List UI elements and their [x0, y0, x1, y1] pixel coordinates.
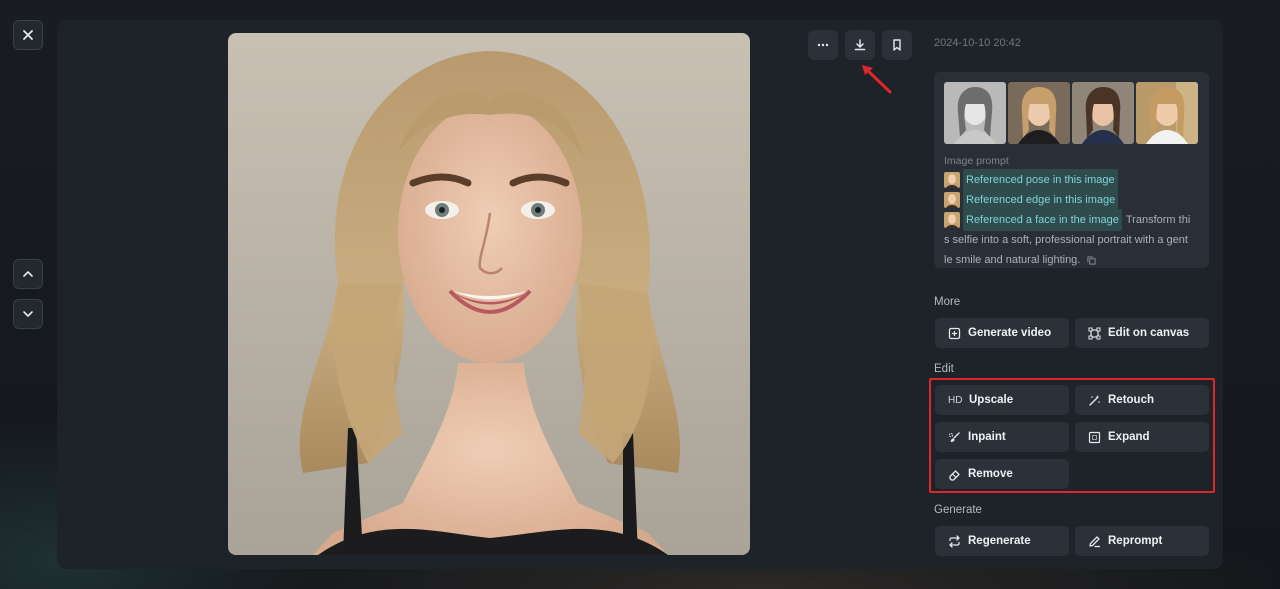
- inpaint-label: Inpaint: [968, 431, 1006, 443]
- edit-on-canvas-button[interactable]: Edit on canvas: [1075, 318, 1209, 348]
- copy-icon[interactable]: [1087, 256, 1096, 265]
- prompt-card: Image prompt Referenced pose in this ima…: [934, 72, 1209, 268]
- details-sidebar: 2024-10-10 20:42 Image prompt Referenced…: [929, 20, 1215, 569]
- annotation-arrow: [862, 65, 892, 94]
- remove-label: Remove: [968, 468, 1013, 480]
- regenerate-label: Regenerate: [968, 535, 1031, 547]
- hd-icon: HD: [948, 394, 963, 406]
- reference-thumbnail-face[interactable]: [1072, 82, 1134, 144]
- generate-video-button[interactable]: Generate video: [935, 318, 1069, 348]
- section-title-more: More: [934, 296, 961, 308]
- bookmark-icon: [893, 39, 901, 51]
- more-horizontal-icon: [817, 43, 829, 47]
- retouch-button[interactable]: Retouch: [1075, 385, 1209, 415]
- magic-wand-icon: [1088, 394, 1101, 407]
- canvas-icon: [1088, 327, 1101, 340]
- reference-thumbnail-edge[interactable]: [1008, 82, 1070, 144]
- video-plus-icon: [948, 327, 961, 340]
- reprompt-button[interactable]: Reprompt: [1075, 526, 1209, 556]
- chevron-up-icon: [23, 271, 33, 277]
- download-icon: [854, 39, 866, 51]
- reference-thumbnails: [944, 82, 1198, 144]
- prompt-text-start: Transform thi: [1125, 214, 1191, 226]
- reference-row-pose: Referenced pose in this image: [944, 169, 1202, 191]
- reference-chip-thumbnail: [944, 172, 960, 188]
- download-button[interactable]: [845, 30, 875, 60]
- reference-chip-edge[interactable]: Referenced edge in this image: [963, 189, 1119, 211]
- expand-button[interactable]: Expand: [1075, 422, 1209, 452]
- timestamp: 2024-10-10 20:42: [934, 37, 1021, 49]
- reference-chip-pose[interactable]: Referenced pose in this image: [963, 169, 1118, 191]
- previous-image-button[interactable]: [13, 259, 43, 289]
- reference-thumbnail-selfie[interactable]: [1136, 82, 1198, 144]
- upscale-button[interactable]: HD Upscale: [935, 385, 1069, 415]
- prompt-text-line-last: le smile and natural lighting.: [944, 250, 1202, 268]
- regenerate-button[interactable]: Regenerate: [935, 526, 1069, 556]
- chevron-down-icon: [23, 311, 33, 317]
- repeat-icon: [948, 534, 961, 548]
- inpaint-button[interactable]: Inpaint: [935, 422, 1069, 452]
- retouch-label: Retouch: [1108, 394, 1154, 406]
- pencil-icon: [1088, 535, 1101, 548]
- eraser-icon: [948, 468, 961, 481]
- section-title-edit: Edit: [934, 363, 954, 375]
- image-prompt-text: Referenced pose in this image Referenced…: [944, 169, 1202, 268]
- reference-thumbnail-pose[interactable]: [944, 82, 1006, 144]
- more-options-button[interactable]: [808, 30, 838, 60]
- edit-on-canvas-label: Edit on canvas: [1108, 327, 1190, 339]
- image-viewer-panel: 2024-10-10 20:42 Image prompt Referenced…: [57, 20, 1223, 569]
- reference-chip-face[interactable]: Referenced a face in the image: [963, 209, 1122, 231]
- prompt-text-end: le smile and natural lighting.: [944, 254, 1081, 266]
- close-button[interactable]: [13, 20, 43, 50]
- image-prompt-label: Image prompt: [944, 155, 1009, 167]
- generate-video-label: Generate video: [968, 327, 1052, 339]
- reference-chip-thumbnail: [944, 212, 960, 228]
- reference-chip-thumbnail: [944, 192, 960, 208]
- expand-label: Expand: [1108, 431, 1150, 443]
- generated-portrait-image: [228, 33, 750, 555]
- expand-icon: [1088, 431, 1101, 444]
- bookmark-button[interactable]: [882, 30, 912, 60]
- upscale-label: Upscale: [969, 394, 1014, 406]
- next-image-button[interactable]: [13, 299, 43, 329]
- prompt-text-line: s selfie into a soft, professional portr…: [944, 234, 1188, 246]
- reference-row-face: Referenced a face in the image Transform…: [944, 209, 1202, 231]
- reference-row-edge: Referenced edge in this image: [944, 189, 1202, 211]
- reprompt-label: Reprompt: [1108, 535, 1163, 547]
- brush-icon: [948, 431, 961, 444]
- section-title-generate: Generate: [934, 504, 982, 516]
- remove-button[interactable]: Remove: [935, 459, 1069, 489]
- close-icon: [23, 30, 33, 40]
